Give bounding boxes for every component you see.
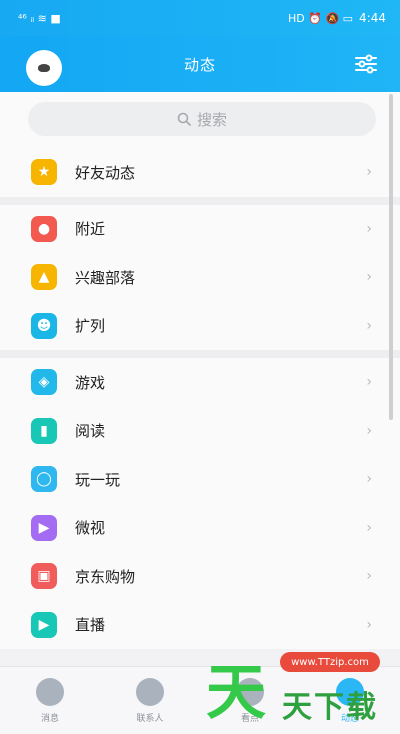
chevron-right-icon: › [366,164,372,181]
chevron-right-icon: › [366,374,372,391]
messages-icon [36,677,64,706]
bottom-tab-bar: 消息 联系人 看点 动态 [0,666,400,734]
tab-item[interactable]: 动态 [300,667,400,734]
scrollbar[interactable] [389,94,393,420]
section-divider [0,350,400,358]
menu-group: ● 附近 › ▲ 兴趣部落 › ☻ 扩列 › [0,204,400,351]
menu-item[interactable]: ● 附近 › [0,205,400,254]
menu-item[interactable]: ★ 好友动态 › [0,148,400,197]
search-icon [177,112,191,126]
menu-item-label: 附近 [75,220,106,239]
menu-item-label: 玩一玩 [75,470,121,489]
expand-friends-icon: ☻ [31,312,57,339]
menu-item-label: 直播 [75,616,106,635]
avatar-bird-icon [38,64,50,72]
status-bar: ⁴⁶ ᵢₗ ≋ ■ HD ⏰ 🔕 ▭ 4:44 [0,0,400,36]
menu-item-label: 阅读 [75,422,106,441]
watch-icon [236,677,264,706]
menu-item[interactable]: ◈ 游戏 › [0,358,400,407]
nav-bar: 动态 [0,36,400,92]
location-pin-icon: ● [31,215,57,242]
tab-label: 看点 [240,713,259,724]
live-icon: ▶ [31,611,57,638]
menu-item-label: 兴趣部落 [75,268,136,287]
shopping-bag-icon: ▣ [31,563,57,590]
chevron-right-icon: › [366,317,372,334]
menu-item-label: 京东购物 [75,567,136,586]
filter-settings-icon[interactable] [354,54,378,74]
chevron-right-icon: › [366,519,372,536]
search-area: 搜索 [0,92,400,148]
menu-item[interactable]: ▶ 微视 › [0,504,400,553]
menu-item[interactable]: ☻ 扩列 › [0,302,400,351]
menu-item[interactable]: ▶ 直播 › [0,601,400,650]
chevron-right-icon: › [366,269,372,286]
tent-icon: ▲ [31,264,57,291]
planet-icon: ◯ [31,466,57,493]
star-icon: ★ [31,159,57,186]
chevron-right-icon: › [366,422,372,439]
tab-label: 联系人 [136,713,164,724]
tab-item[interactable]: 消息 [0,667,100,734]
gamepad-icon: ◈ [31,369,57,396]
menu-item-label: 好友动态 [75,163,136,182]
menu-item-label: 微视 [75,519,106,538]
book-icon: ▮ [31,417,57,444]
menu-group: ◈ 游戏 › ▮ 阅读 › ◯ 玩一玩 › ▶ 微视 › ▣ 京东购物 › ▶ 直播 › [0,358,400,649]
search-placeholder: 搜索 [196,110,227,129]
avatar[interactable] [26,50,62,86]
tab-label: 消息 [40,713,59,724]
menu-item-label: 游戏 [75,373,106,392]
menu-group: ★ 好友动态 › [0,148,400,197]
menu-item[interactable]: ▮ 阅读 › [0,407,400,456]
status-icons: HD ⏰ 🔕 ▭ [288,11,354,25]
chevron-right-icon: › [366,220,372,237]
page-title: 动态 [183,55,216,74]
tab-item[interactable]: 看点 [200,667,300,734]
menu-item[interactable]: ◯ 玩一玩 › [0,455,400,504]
feed-menu: 搜索 ★ 好友动态 › ● 附近 › ▲ 兴趣部落 › ☻ 扩列 › ◈ 游戏 › ▮ 阅读 › ◯ 玩一玩 › ▶ 微视 ›… [0,92,400,666]
chevron-right-icon: › [366,568,372,585]
menu-groups: ★ 好友动态 › ● 附近 › ▲ 兴趣部落 › ☻ 扩列 › ◈ 游戏 › ▮ 阅读 › ◯ 玩一玩 › ▶ 微视 › ▣ 京东… [0,148,400,649]
tab-item[interactable]: 联系人 [100,667,200,734]
menu-item[interactable]: ▣ 京东购物 › [0,552,400,601]
tab-label: 动态 [340,713,359,724]
menu-item[interactable]: ▲ 兴趣部落 › [0,253,400,302]
chevron-right-icon: › [366,471,372,488]
signal-wifi-indicators: ⁴⁶ ᵢₗ ≋ ■ [18,11,61,25]
clock: 4:44 [359,11,386,25]
section-divider [0,196,400,205]
contacts-icon [136,677,164,706]
status-right: HD ⏰ 🔕 ▭ 4:44 [288,11,386,25]
search-input[interactable]: 搜索 [28,102,376,136]
menu-item-label: 扩列 [75,317,106,336]
moments-icon [336,677,364,706]
chevron-right-icon: › [366,616,372,633]
play-icon: ▶ [31,514,57,541]
